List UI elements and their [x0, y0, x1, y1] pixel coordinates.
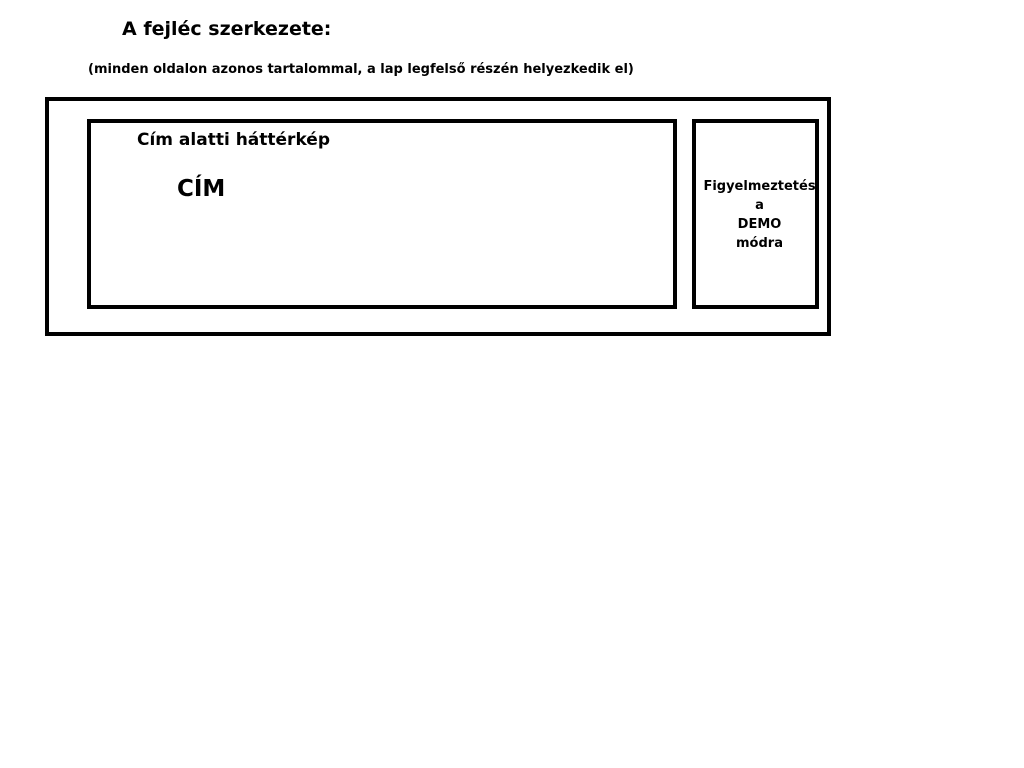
demo-warning-line: módra: [736, 236, 783, 251]
demo-warning-line: Figyelmeztetés: [703, 179, 816, 194]
page-subtitle: (minden oldalon azonos tartalommal, a la…: [88, 62, 634, 77]
banner-image-label: Cím alatti háttérkép: [137, 130, 330, 150]
demo-warning-text: Figyelmeztetés a DEMO módra: [692, 177, 827, 253]
demo-warning-line: DEMO: [737, 217, 782, 232]
banner-title-text: CÍM: [177, 176, 226, 202]
demo-warning-line: a: [755, 198, 764, 213]
page-title: A fejléc szerkezete:: [122, 18, 332, 40]
